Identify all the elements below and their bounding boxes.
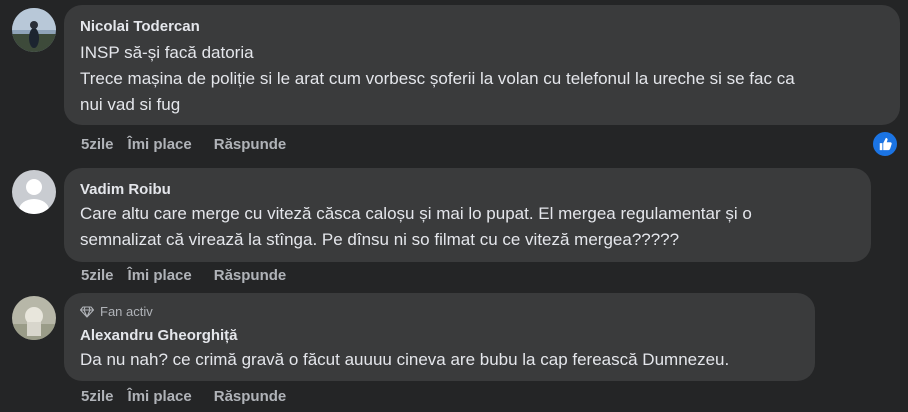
like-button[interactable]: Îmi place [128,267,192,284]
comment-text-line: Care altu care merge cu viteză căsca cal… [80,204,752,223]
comment-author[interactable]: Alexandru Gheorghiță [80,326,801,346]
comment-bubble: Vadim Roibu Care altu care merge cu vite… [64,168,871,262]
comment-text-line: Da nu nah? ce crimă gravă o făcut auuuu … [80,350,730,369]
comment-bubble: Nicolai Todercan INSP să-și facă datoria… [64,5,900,125]
thumbs-up-icon [879,137,892,151]
comment-bubble: Fan activ Alexandru Gheorghiță Da nu nah… [64,293,815,381]
like-button[interactable]: Îmi place [128,388,192,405]
avatar-photo-icon [12,296,56,340]
comment-author[interactable]: Nicolai Todercan [80,17,886,37]
reply-button[interactable]: Răspunde [214,267,287,284]
like-button[interactable]: Îmi place [128,136,192,153]
comment-text-line: Trece mașina de poliție si le arat cum v… [80,69,795,88]
avatar[interactable] [12,296,56,340]
avatar[interactable] [12,170,56,214]
reply-button[interactable]: Răspunde [214,388,287,405]
comment-text-line: INSP să-și facă datoria [80,43,254,62]
avatar-photo-icon [12,8,56,52]
reply-button[interactable]: Răspunde [214,136,287,153]
comment-timestamp[interactable]: 5zile [81,267,114,284]
comment-actions: 5zile Îmi place Răspunde [81,388,286,405]
diamond-icon [80,306,94,318]
comment-actions: 5zile Îmi place Răspunde [81,136,286,153]
comment-timestamp[interactable]: 5zile [81,388,114,405]
comment-timestamp[interactable]: 5zile [81,136,114,153]
like-reaction-badge[interactable] [871,130,899,158]
fan-badge-label: Fan activ [100,304,153,319]
default-avatar-icon [12,170,56,214]
comment-author[interactable]: Vadim Roibu [80,180,857,200]
comment-text-line: semnalizat că virează la stînga. Pe dîns… [80,230,680,249]
fan-badge: Fan activ [80,304,801,320]
comment-actions: 5zile Îmi place Răspunde [81,267,286,284]
avatar[interactable] [12,8,56,52]
comment-text-line: nui vad si fug [80,95,181,114]
